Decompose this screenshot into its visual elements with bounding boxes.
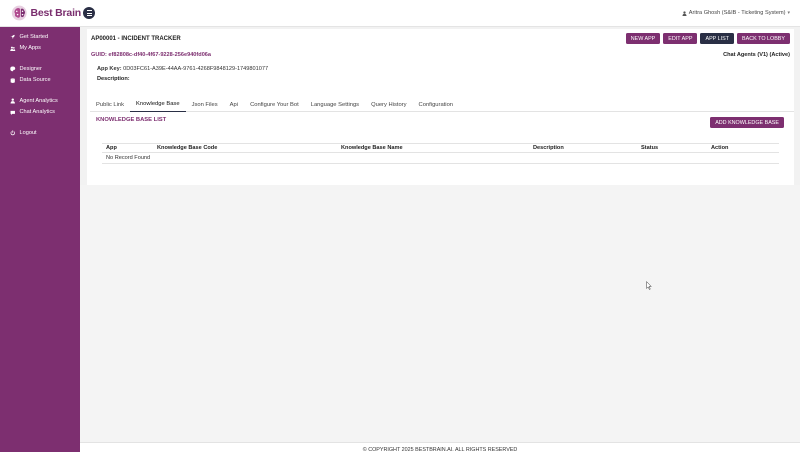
new-app-button[interactable]: NEW APP xyxy=(625,33,661,44)
sidebar-item-chat-analytics[interactable]: Chat Analytics xyxy=(0,107,80,119)
sidebar-item-my-apps[interactable]: My Apps xyxy=(0,43,80,55)
user-icon xyxy=(682,10,687,16)
tab-query-history[interactable]: Query History xyxy=(365,97,412,112)
agent-status: Chat Agents (V1) (Active) xyxy=(723,52,790,58)
content-background xyxy=(80,185,800,442)
section-title: KNOWLEDGE BASE LIST xyxy=(96,117,167,123)
table-row: No Record Found xyxy=(102,153,779,164)
menu-toggle-button[interactable] xyxy=(83,7,95,19)
knowledge-base-table: App Knowledge Base Code Knowledge Base N… xyxy=(102,143,779,164)
sidebar: Get Started My Apps Designer Data Source… xyxy=(0,27,80,452)
sidebar-item-agent-analytics[interactable]: Agent Analytics xyxy=(0,95,80,107)
add-knowledge-base-button[interactable]: ADD KNOWLEDGE BASE xyxy=(710,117,784,128)
tab-configure-your-bot[interactable]: Configure Your Bot xyxy=(244,97,305,112)
app-key-label: App Key: xyxy=(97,66,122,72)
hamburger-icon xyxy=(86,10,92,12)
app-guid: GUID: ef82808c-df40-4f67-9228-256e940fd0… xyxy=(91,52,212,58)
rocket-icon xyxy=(10,34,15,39)
edit-app-button[interactable]: EDIT APP xyxy=(663,33,698,44)
column-header-app[interactable]: App xyxy=(102,145,153,151)
tab-public-link[interactable]: Public Link xyxy=(90,97,130,112)
top-bar: Best Brain Aritra Ghosh (S&IB - Ticketin… xyxy=(0,0,800,27)
agent-icon xyxy=(10,98,15,104)
brand-name: Best Brain xyxy=(30,7,81,19)
page-title: AP00001 - INCIDENT TRACKER xyxy=(91,36,181,42)
column-header-kb-name[interactable]: Knowledge Base Name xyxy=(337,145,529,151)
brain-logo-icon xyxy=(11,5,27,21)
sidebar-item-get-started[interactable]: Get Started xyxy=(0,31,80,43)
power-icon xyxy=(10,130,15,136)
app-detail-panel: AP00001 - INCIDENT TRACKER NEW APP EDIT … xyxy=(87,29,794,185)
user-menu[interactable]: Aritra Ghosh (S&IB - Ticketing System) ▾ xyxy=(682,10,790,16)
tab-bar: Public Link Knowledge Base Json Files Ap… xyxy=(90,97,794,112)
column-header-status[interactable]: Status xyxy=(637,145,707,151)
column-header-action[interactable]: Action xyxy=(707,145,777,151)
app-list-button[interactable]: APP LIST xyxy=(700,33,735,44)
tab-api[interactable]: Api xyxy=(224,97,244,112)
sidebar-item-logout[interactable]: Logout xyxy=(0,127,80,139)
tab-configuration[interactable]: Configuration xyxy=(413,97,459,112)
sidebar-item-data-source[interactable]: Data Source xyxy=(0,75,80,87)
sidebar-item-designer[interactable]: Designer xyxy=(0,63,80,75)
user-name: Aritra Ghosh (S&IB - Ticketing System) xyxy=(688,10,786,16)
app-header: AP00001 - INCIDENT TRACKER NEW APP EDIT … xyxy=(87,29,794,49)
column-header-description[interactable]: Description xyxy=(529,145,637,151)
tab-json-files[interactable]: Json Files xyxy=(186,97,224,112)
back-to-lobby-button[interactable]: BACK TO LOBBY xyxy=(737,33,790,44)
tab-language-settings[interactable]: Language Settings xyxy=(305,97,365,112)
app-key-value: 0D03FC61-A39E-44AA-9761-4268F9848129-174… xyxy=(123,66,269,72)
tab-knowledge-base[interactable]: Knowledge Base xyxy=(130,97,186,112)
database-icon xyxy=(10,77,15,83)
column-header-kb-code[interactable]: Knowledge Base Code xyxy=(153,145,337,151)
brand[interactable]: Best Brain xyxy=(11,4,81,22)
caret-down-icon: ▾ xyxy=(787,10,790,16)
mouse-cursor-icon xyxy=(646,281,652,290)
palette-icon xyxy=(10,66,16,72)
footer: © COPYRIGHT 2025 BESTBRAIN.AI. ALL RIGHT… xyxy=(80,442,800,452)
users-icon xyxy=(10,46,16,51)
app-key: App Key: 0D03FC61-A39E-44AA-9761-4268F98… xyxy=(97,66,268,72)
table-header: App Knowledge Base Code Knowledge Base N… xyxy=(102,143,779,153)
chat-icon xyxy=(10,110,15,115)
description-label: Description: xyxy=(97,76,130,82)
empty-state-text: No Record Found xyxy=(106,155,151,161)
